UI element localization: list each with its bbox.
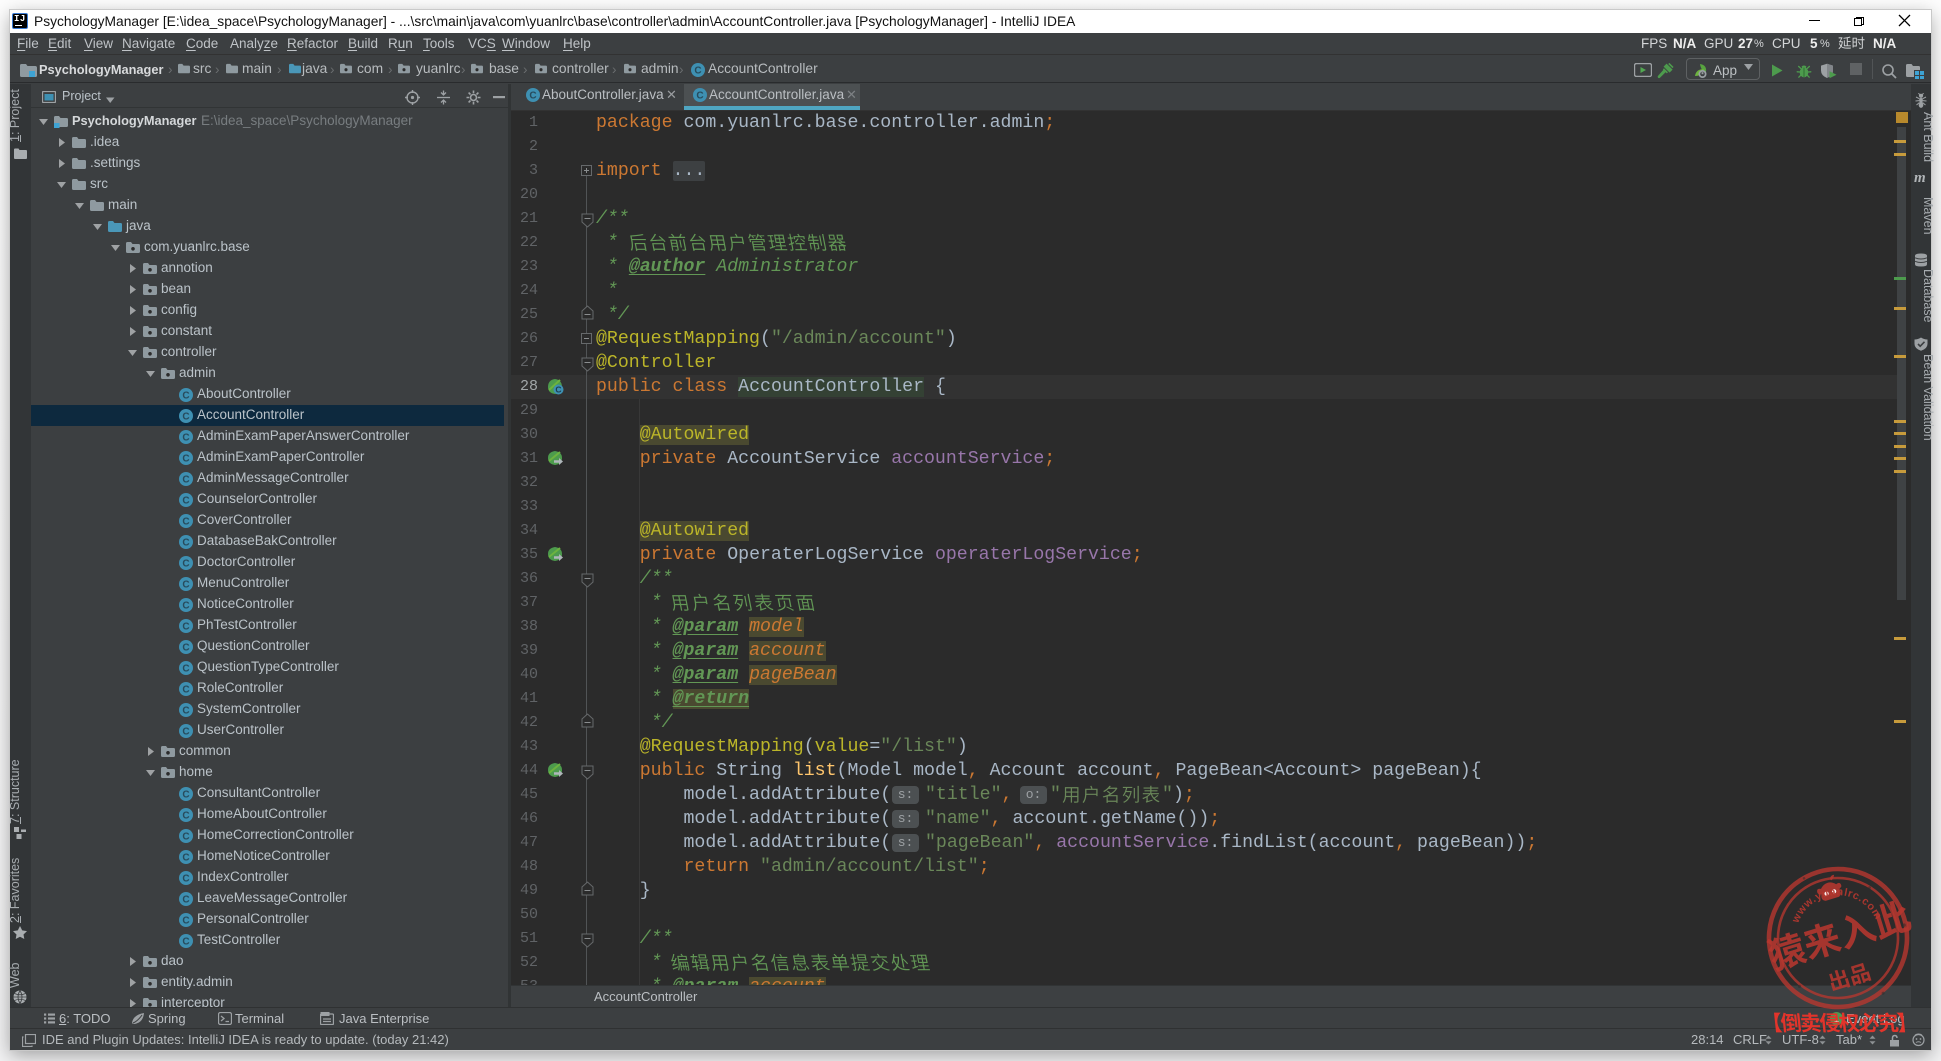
svg-text:C: C xyxy=(555,385,561,395)
svg-text:C: C xyxy=(182,391,189,402)
svg-text:C: C xyxy=(182,664,189,675)
svg-text:C: C xyxy=(182,853,189,864)
svg-text:C: C xyxy=(182,538,189,549)
svg-text:C: C xyxy=(529,91,536,102)
svg-text:C: C xyxy=(182,790,189,801)
svg-text:C: C xyxy=(182,937,189,948)
svg-text:C: C xyxy=(182,643,189,654)
svg-text:C: C xyxy=(694,66,701,77)
svg-text:C: C xyxy=(182,727,189,738)
svg-text:C: C xyxy=(182,811,189,822)
svg-text:C: C xyxy=(182,580,189,591)
svg-text:C: C xyxy=(182,475,189,486)
svg-text:C: C xyxy=(182,622,189,633)
svg-text:C: C xyxy=(182,916,189,927)
svg-text:C: C xyxy=(182,706,189,717)
svg-text:C: C xyxy=(182,496,189,507)
svg-text:C: C xyxy=(182,832,189,843)
svg-text:C: C xyxy=(182,433,189,444)
svg-text:C: C xyxy=(182,517,189,528)
svg-text:C: C xyxy=(182,454,189,465)
svg-text:C: C xyxy=(182,685,189,696)
svg-text:C: C xyxy=(182,559,189,570)
svg-text:C: C xyxy=(182,874,189,885)
svg-text:C: C xyxy=(696,91,703,102)
svg-text:C: C xyxy=(182,412,189,423)
svg-text:C: C xyxy=(182,895,189,906)
svg-text:C: C xyxy=(182,601,189,612)
